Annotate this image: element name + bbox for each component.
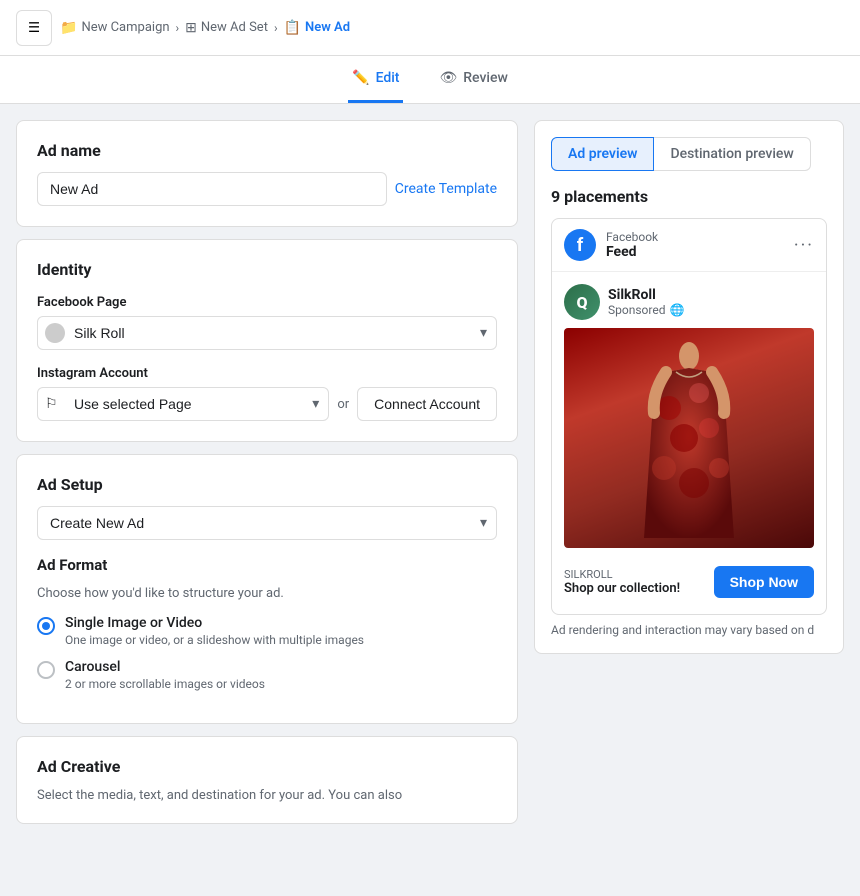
radio-single-image-label: Single Image or Video: [65, 615, 364, 631]
placement-platform: Facebook: [606, 230, 658, 244]
ad-product-image: [564, 328, 814, 548]
radio-single-image-sublabel: One image or video, or a slideshow with …: [65, 633, 364, 647]
review-icon: 👁: [439, 70, 457, 86]
tab-review-label: Review: [463, 70, 508, 86]
ad-set-icon: ⊞: [185, 20, 197, 36]
ad-setup-card: Ad Setup Create New Ad ▾ Ad Format Choos…: [16, 454, 518, 724]
preview-tabs: Ad preview Destination preview: [551, 137, 827, 171]
ad-footer: SILKROLL Shop our collection! Shop Now: [564, 558, 814, 602]
breadcrumb-sep-2: ›: [274, 21, 278, 35]
sponsored-text: Sponsored: [608, 303, 665, 317]
radio-single-image-labels: Single Image or Video One image or video…: [65, 615, 364, 647]
instagram-account-select[interactable]: Use selected Page: [37, 387, 329, 421]
placement-card: f Facebook Feed ··· Q SilkRoll: [551, 218, 827, 615]
radio-single-image[interactable]: Single Image or Video One image or video…: [37, 615, 497, 647]
radio-carousel-btn[interactable]: [37, 661, 55, 679]
breadcrumb-sep-1: ›: [176, 21, 180, 35]
placements-count: 9 placements: [551, 187, 827, 206]
brand-avatar: Q: [564, 284, 600, 320]
brand-name: SilkRoll: [608, 287, 684, 303]
radio-carousel-sublabel: 2 or more scrollable images or videos: [65, 677, 265, 691]
brand-domain: SILKROLL: [564, 568, 680, 581]
brand-info: SilkRoll Sponsored 🌐: [608, 287, 684, 317]
ad-name-row: Create Template: [37, 172, 497, 206]
or-label: or: [337, 397, 349, 412]
breadcrumb-new-ad[interactable]: 📋 New Ad: [284, 20, 350, 36]
more-options-icon[interactable]: ···: [794, 235, 814, 256]
placement-info: Facebook Feed: [606, 230, 658, 260]
campaign-icon: 📁: [60, 20, 77, 36]
fb-page-select[interactable]: Silk Roll: [37, 316, 497, 350]
instagram-label: Instagram Account: [37, 366, 497, 381]
fb-page-avatar: [45, 323, 65, 343]
create-template-link[interactable]: Create Template: [395, 181, 497, 197]
radio-carousel-labels: Carousel 2 or more scrollable images or …: [65, 659, 265, 691]
placement-type: Feed: [606, 244, 658, 260]
fb-page-label: Facebook Page: [37, 295, 497, 310]
tab-ad-preview[interactable]: Ad preview: [551, 137, 654, 171]
ad-name-card: Ad name Create Template: [16, 120, 518, 227]
connect-account-button[interactable]: Connect Account: [357, 387, 497, 421]
radio-carousel-label: Carousel: [65, 659, 265, 675]
ad-format-title: Ad Format: [37, 556, 497, 574]
shop-now-button[interactable]: Shop Now: [714, 566, 814, 598]
breadcrumb: 📁 New Campaign › ⊞ New Ad Set › 📋 New Ad: [60, 20, 350, 36]
ad-setup-select-wrapper: Create New Ad ▾: [37, 506, 497, 540]
tab-review[interactable]: 👁 Review: [435, 56, 511, 103]
ad-header-row: Q SilkRoll Sponsored 🌐: [564, 284, 814, 320]
left-panel: Ad name Create Template Identity Faceboo…: [16, 120, 518, 879]
ad-setup-select[interactable]: Create New Ad: [37, 506, 497, 540]
ad-rendering-note: Ad rendering and interaction may vary ba…: [551, 623, 827, 637]
radio-carousel[interactable]: Carousel 2 or more scrollable images or …: [37, 659, 497, 691]
tab-destination-preview[interactable]: Destination preview: [654, 137, 810, 171]
sidebar-toggle-button[interactable]: ☰: [16, 10, 52, 46]
ad-icon: 📋: [284, 20, 301, 36]
sidebar-toggle-icon: ☰: [28, 20, 40, 36]
identity-card: Identity Facebook Page Silk Roll ▾ Insta…: [16, 239, 518, 442]
right-panel: Ad preview Destination preview 9 placeme…: [534, 120, 844, 879]
tab-edit-label: Edit: [376, 70, 400, 86]
preview-card: Ad preview Destination preview 9 placeme…: [534, 120, 844, 654]
ad-creative-card: Ad Creative Select the media, text, and …: [16, 736, 518, 824]
tabs-bar: ✏️ Edit 👁 Review: [0, 56, 860, 104]
instagram-row: ⚐ Use selected Page ▾ or Connect Account: [37, 387, 497, 421]
instagram-select-wrapper: ⚐ Use selected Page ▾: [37, 387, 329, 421]
fb-page-select-wrapper: Silk Roll ▾: [37, 316, 497, 350]
ad-preview-content: Q SilkRoll Sponsored 🌐: [552, 272, 826, 614]
placement-header: f Facebook Feed ···: [552, 219, 826, 272]
brand-sponsored: Sponsored 🌐: [608, 303, 684, 317]
breadcrumb-ad-label: New Ad: [305, 20, 350, 35]
ad-name-input[interactable]: [37, 172, 387, 206]
breadcrumb-adset-label: New Ad Set: [201, 20, 268, 35]
brand-cta: SILKROLL Shop our collection!: [564, 568, 680, 596]
ad-creative-subtitle: Select the media, text, and destination …: [37, 788, 497, 803]
breadcrumb-new-ad-set[interactable]: ⊞ New Ad Set: [185, 20, 268, 36]
tab-edit[interactable]: ✏️ Edit: [348, 56, 403, 103]
instagram-icon: ⚐: [45, 396, 58, 412]
ad-name-title: Ad name: [37, 141, 497, 160]
globe-icon: 🌐: [669, 303, 684, 317]
top-nav: ☰ 📁 New Campaign › ⊞ New Ad Set › 📋 New …: [0, 0, 860, 56]
radio-single-image-btn[interactable]: [37, 617, 55, 635]
facebook-platform-icon: f: [564, 229, 596, 261]
identity-title: Identity: [37, 260, 497, 279]
ad-setup-title: Ad Setup: [37, 475, 497, 494]
brand-avatar-letter: Q: [564, 284, 600, 320]
edit-icon: ✏️: [352, 70, 369, 86]
dress-illustration: [624, 338, 754, 538]
main-layout: Ad name Create Template Identity Faceboo…: [0, 104, 860, 895]
breadcrumb-campaign-label: New Campaign: [81, 20, 169, 35]
ad-format-section: Ad Format Choose how you'd like to struc…: [37, 556, 497, 691]
ad-format-subtitle: Choose how you'd like to structure your …: [37, 586, 497, 601]
breadcrumb-new-campaign[interactable]: 📁 New Campaign: [60, 20, 170, 36]
brand-tagline: Shop our collection!: [564, 581, 680, 596]
ad-creative-title: Ad Creative: [37, 757, 497, 776]
